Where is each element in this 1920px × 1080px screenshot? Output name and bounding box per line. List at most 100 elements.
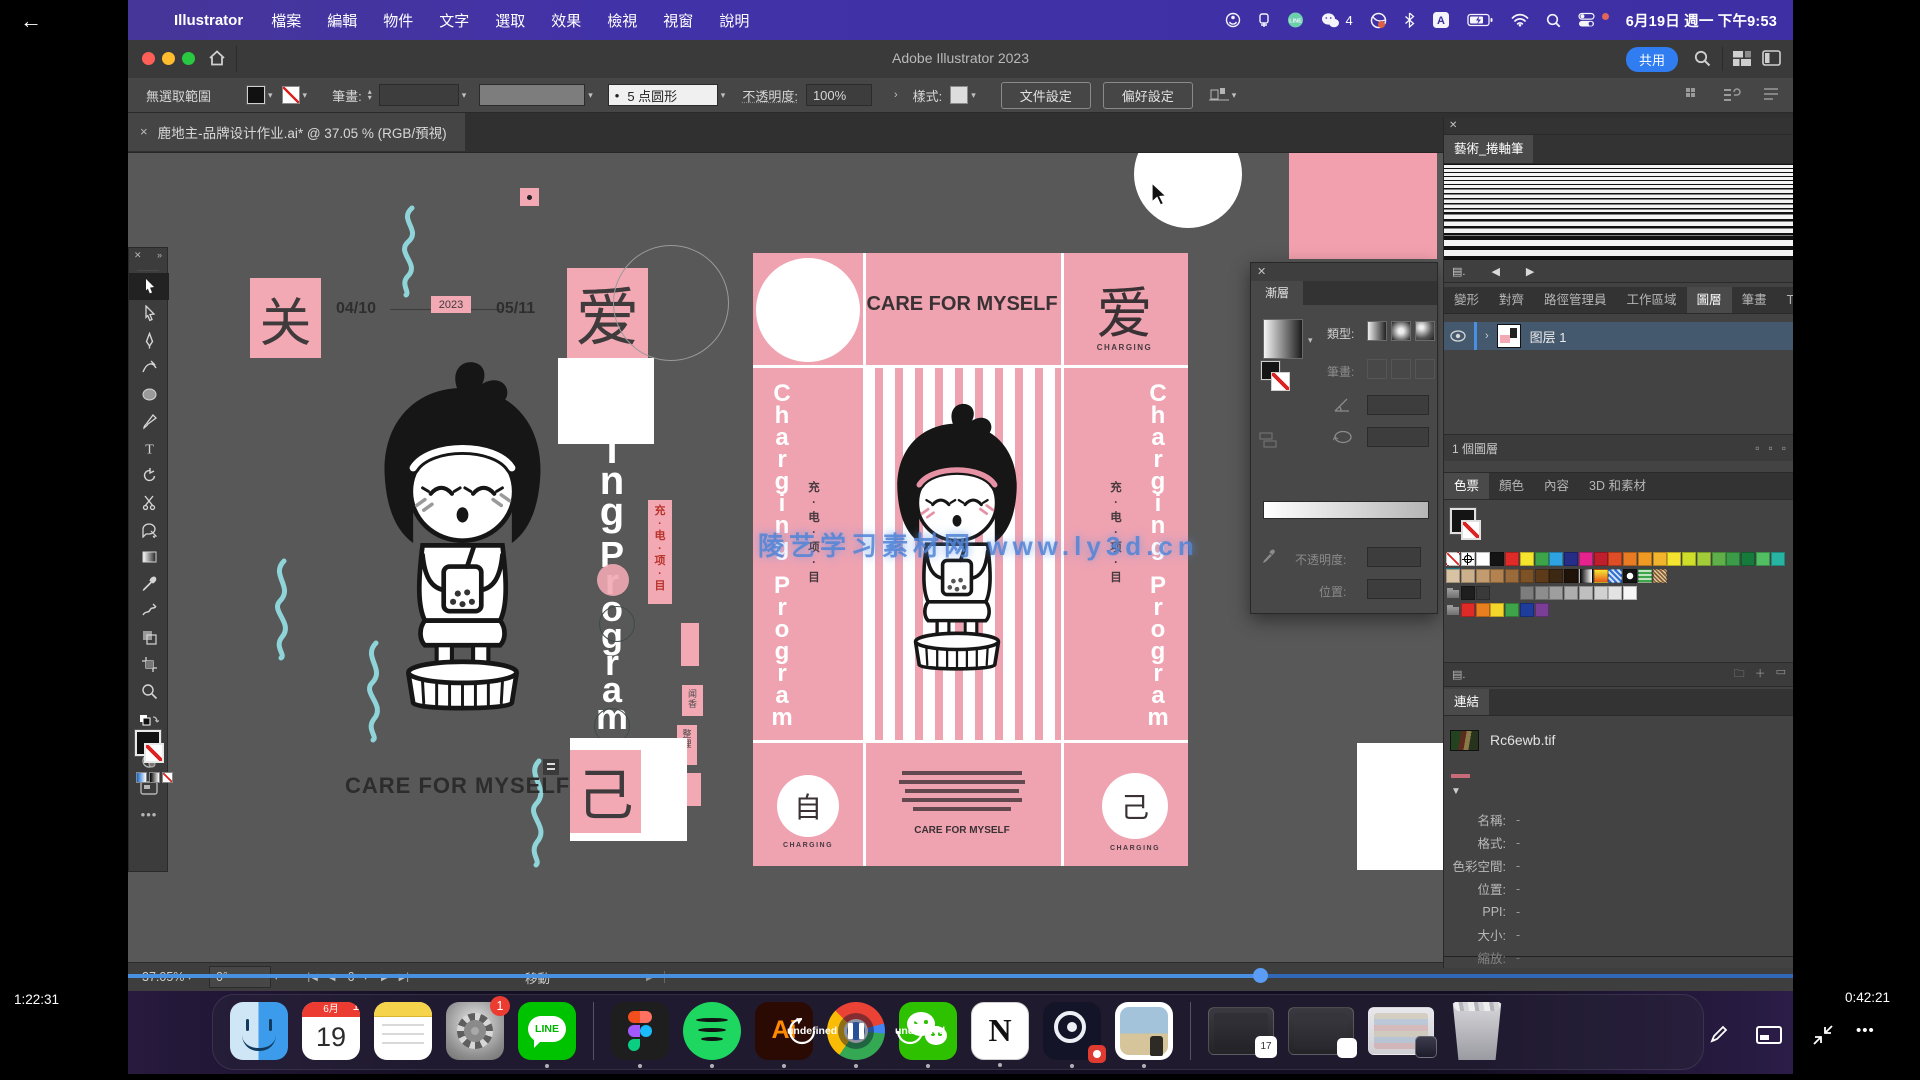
workspace-switcher-icon[interactable]	[1762, 50, 1781, 71]
paintbrush-tool[interactable]	[129, 408, 169, 435]
color-swatch[interactable]	[1549, 586, 1563, 600]
color-swatch[interactable]	[1520, 603, 1534, 617]
brush-sample[interactable]	[1444, 212, 1793, 236]
brush-sample[interactable]	[1444, 236, 1793, 260]
menu-item-編輯[interactable]: 編輯	[327, 10, 357, 31]
color-swatch[interactable]	[1594, 586, 1608, 600]
pink-rectangle-shape[interactable]	[1289, 152, 1437, 259]
chevron-right-icon[interactable]: ›	[894, 89, 898, 101]
type-tool[interactable]: T	[129, 435, 169, 462]
blob-brush-tool[interactable]	[129, 597, 169, 624]
close-tab-icon[interactable]: ×	[140, 124, 148, 139]
radial-gradient-button[interactable]	[1391, 321, 1411, 341]
grid-icon[interactable]	[1685, 87, 1701, 103]
link-row[interactable]: Rc6ewb.tif	[1444, 716, 1793, 756]
player-more-icon[interactable]: •••	[1856, 1022, 1875, 1039]
expand-panel-icon[interactable]: »	[157, 250, 162, 264]
dock-item-spotify[interactable]	[683, 1002, 741, 1060]
list-icon[interactable]	[1763, 87, 1779, 101]
layer-row[interactable]: › 图层 1	[1444, 322, 1793, 350]
share-button[interactable]: 共用	[1626, 47, 1678, 72]
angle-field[interactable]	[1367, 395, 1429, 415]
document-tab[interactable]: × 鹿地主-品牌设计作业.ai* @ 37.05 % (RGB/預視)	[128, 112, 465, 151]
white-rectangle-shape[interactable]	[1357, 743, 1443, 870]
brush-sample[interactable]	[1444, 164, 1793, 188]
variable-width-profile-dropdown[interactable]	[479, 84, 585, 106]
input-method-status-icon[interactable]	[1258, 11, 1270, 29]
battery-icon[interactable]	[1467, 11, 1494, 29]
chevron-down-icon[interactable]: ▾	[971, 90, 976, 101]
color-swatch[interactable]	[1461, 569, 1475, 583]
opacity-label[interactable]: 不透明度:	[742, 86, 798, 105]
aspect-field[interactable]	[1367, 427, 1429, 447]
layer-visibility-eye-icon[interactable]	[1450, 330, 1466, 342]
layer-thumbnail[interactable]	[1497, 324, 1521, 348]
brush-panel-tab[interactable]: 藝術_捲軸筆	[1444, 135, 1533, 163]
color-swatch[interactable]	[1756, 552, 1770, 566]
more-tools-icon[interactable]: •••	[129, 801, 169, 828]
new-swatch-group-icon[interactable]: 🗀	[1734, 665, 1745, 684]
chevron-down-icon[interactable]: ▾	[462, 90, 467, 101]
menu-item-視窗[interactable]: 視窗	[663, 10, 693, 31]
brush-definition-dropdown[interactable]: • 5 点圆形	[608, 84, 718, 106]
color-swatch[interactable]	[1579, 552, 1593, 566]
pat-dot-swatch[interactable]	[1623, 569, 1637, 583]
artboard-tool[interactable]	[129, 651, 169, 678]
color-swatch[interactable]	[1638, 552, 1652, 566]
ellipse-tool[interactable]	[129, 381, 169, 408]
color-mode-buttons[interactable]	[136, 772, 173, 783]
chevron-down-icon[interactable]: ▾	[1308, 335, 1313, 346]
gradient-slider-bar[interactable]	[1263, 501, 1429, 519]
stroke-color-swatch[interactable]	[282, 86, 300, 104]
hand-tool[interactable]	[129, 516, 169, 543]
dock-item-chrome[interactable]: undefinedundefined	[827, 1002, 885, 1060]
gradient-tool[interactable]	[129, 543, 169, 570]
color-swatch[interactable]	[1623, 552, 1637, 566]
panel-tab-圖層[interactable]: 圖層	[1687, 287, 1732, 313]
color-swatch[interactable]	[1535, 552, 1549, 566]
chevron-down-icon[interactable]: ▾	[268, 90, 273, 101]
dock-item-minwin2[interactable]	[1288, 1007, 1354, 1055]
girl-illustration-bw[interactable]	[345, 357, 580, 715]
dock-item-obs[interactable]	[1043, 1002, 1101, 1060]
dock-item-notes[interactable]	[374, 1002, 432, 1060]
opacity-value-field[interactable]: 100%	[806, 84, 872, 106]
artwork-ji-box[interactable]: 己	[570, 750, 641, 833]
artwork-guan-box[interactable]: 关	[250, 278, 321, 358]
color-swatch[interactable]	[1564, 586, 1578, 600]
search-icon[interactable]	[1694, 50, 1711, 72]
grad-or-swatch[interactable]	[1594, 569, 1608, 583]
color-swatch[interactable]	[1579, 586, 1593, 600]
color-swatch[interactable]	[1476, 552, 1490, 566]
rotate-tool[interactable]	[129, 462, 169, 489]
dock-item-figma[interactable]	[611, 1002, 669, 1060]
circle-outline[interactable]	[613, 245, 729, 361]
color-swatch[interactable]	[1520, 586, 1534, 600]
color-swatch[interactable]	[1771, 552, 1785, 566]
panel-tab-顏色[interactable]: 顏色	[1489, 473, 1534, 499]
color-swatch[interactable]	[1490, 569, 1504, 583]
align-glyphs-icon[interactable]	[1209, 86, 1229, 105]
document-setup-button[interactable]: 文件設定	[1001, 82, 1091, 109]
color-swatch[interactable]	[1594, 552, 1608, 566]
panel-grip[interactable]	[137, 264, 159, 271]
link-details-expander[interactable]: ▼	[1451, 786, 1461, 797]
swap-fill-stroke-icon[interactable]	[129, 711, 169, 731]
player-pause-button[interactable]	[838, 1013, 874, 1049]
color-swatch[interactable]	[1490, 603, 1504, 617]
stroke-weight-field[interactable]	[379, 84, 459, 106]
zoom-tool[interactable]	[129, 678, 169, 705]
color-swatch[interactable]	[1564, 552, 1578, 566]
brush-sample[interactable]	[1444, 188, 1793, 212]
color-swatch[interactable]	[1446, 569, 1460, 583]
obs-status-icon[interactable]	[1225, 11, 1241, 29]
none-swatch[interactable]	[1446, 552, 1460, 566]
player-pip-icon[interactable]	[1756, 1026, 1782, 1049]
menu-app-name[interactable]: Illustrator	[174, 12, 243, 29]
color-swatch[interactable]	[1726, 552, 1740, 566]
swatch-libraries-icon[interactable]: ▤.	[1452, 668, 1465, 681]
dock-item-trash[interactable]	[1448, 1002, 1506, 1060]
chevron-down-icon[interactable]: ▾	[721, 90, 726, 101]
wechat-status-icon[interactable]	[1321, 11, 1340, 29]
linear-gradient-button[interactable]	[1367, 321, 1387, 341]
